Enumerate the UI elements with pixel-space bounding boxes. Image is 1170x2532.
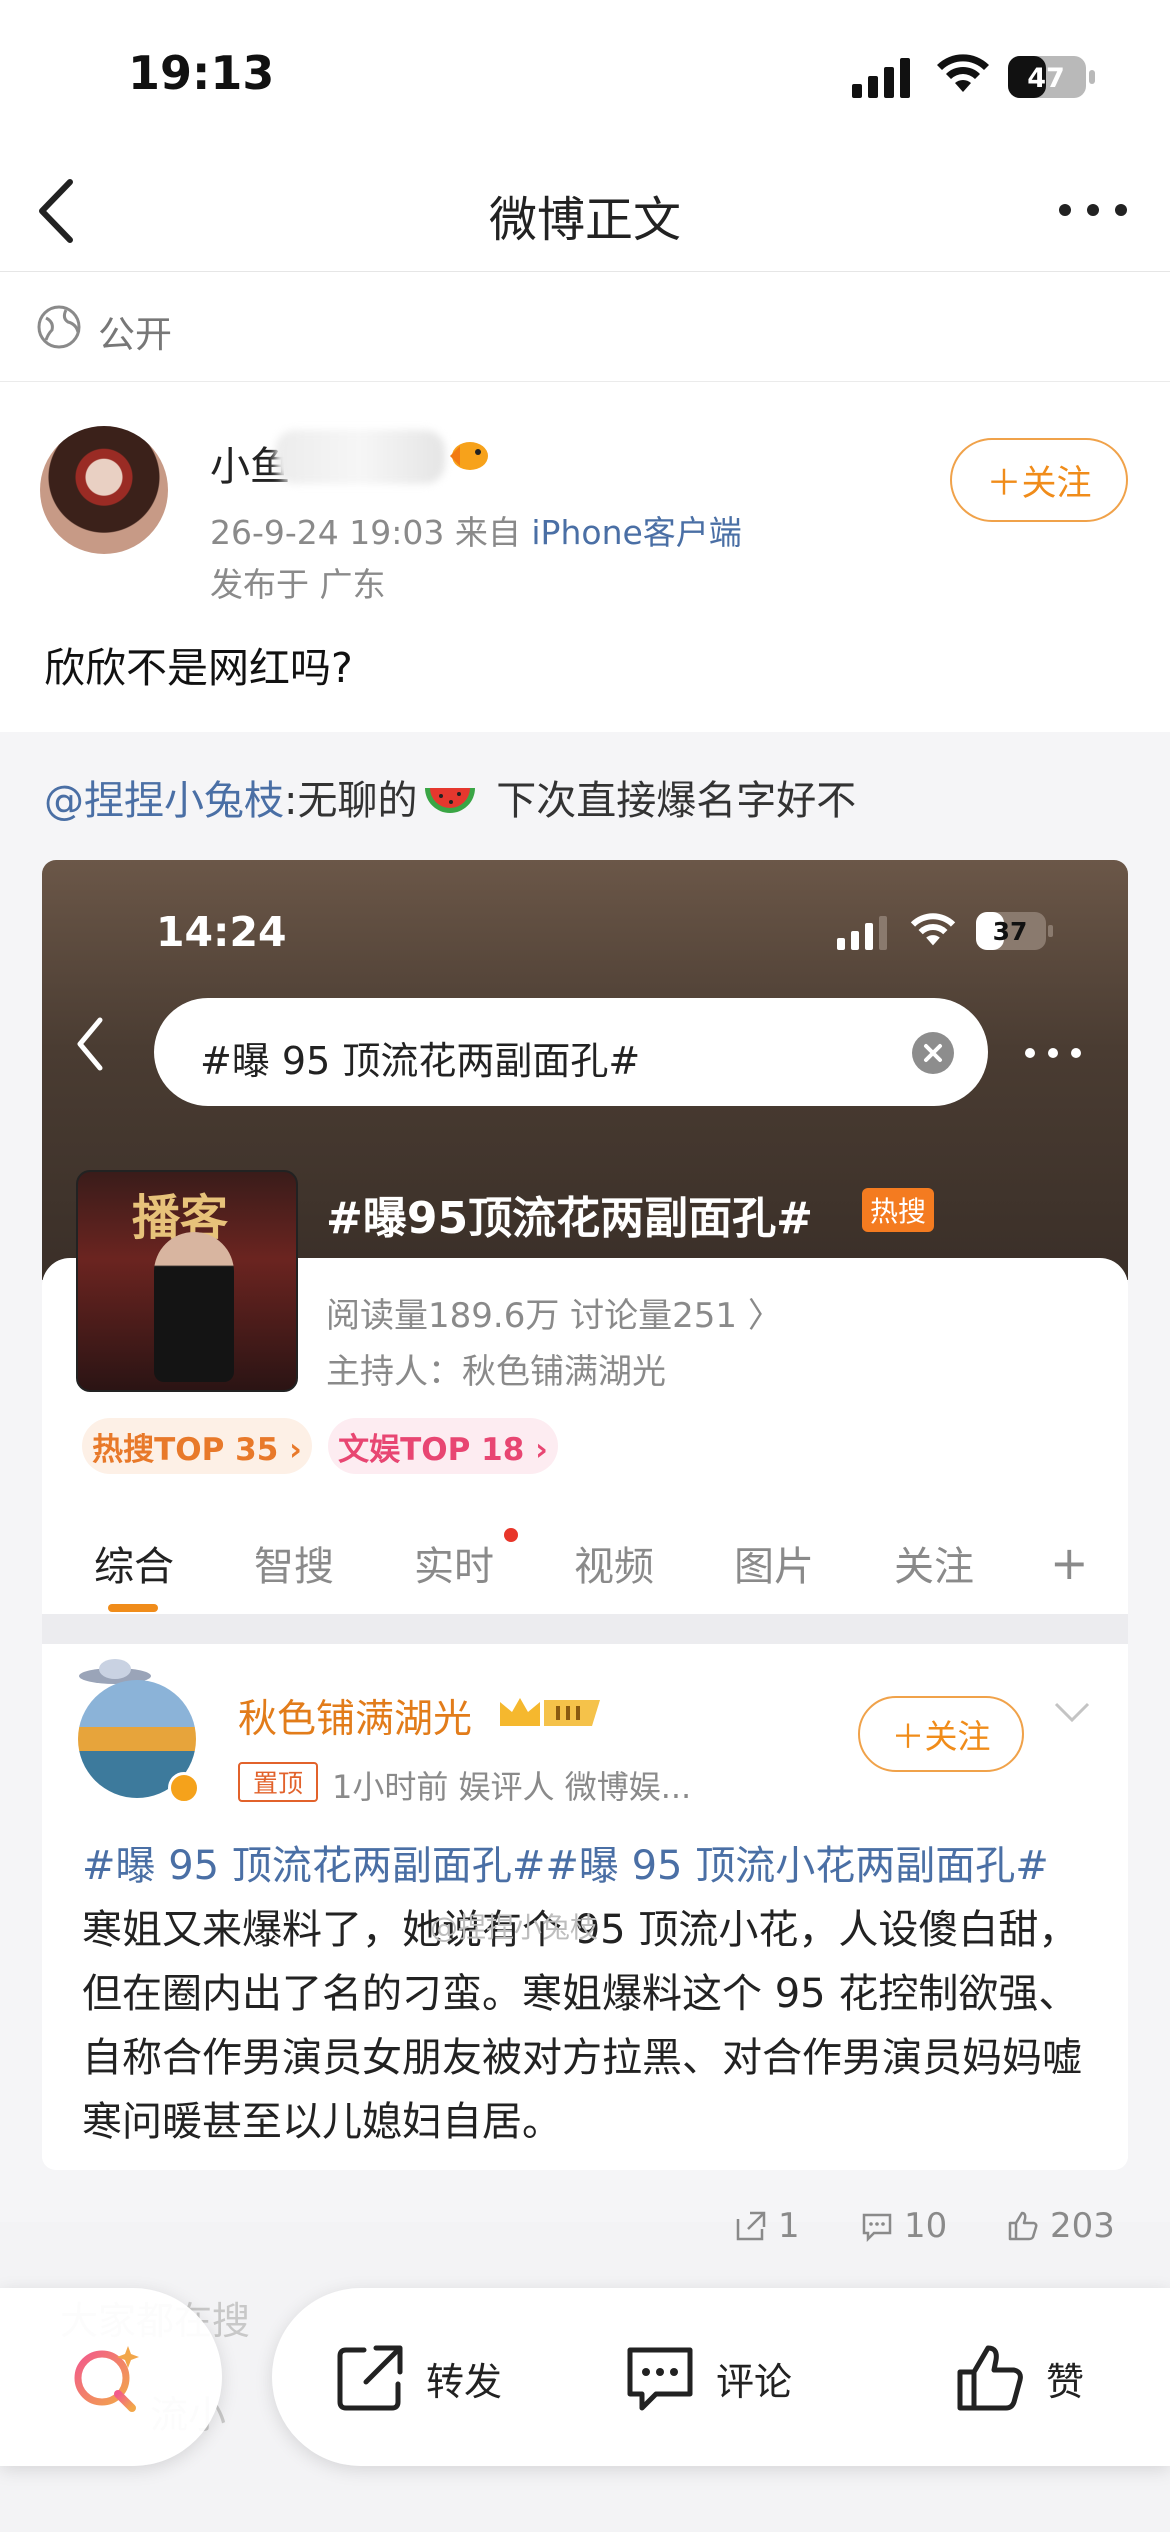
status-bar: 19:13 47 [0, 0, 1170, 150]
tab-following: 关注 [894, 1544, 974, 1590]
more-icon[interactable] [1056, 190, 1130, 230]
comment-button[interactable]: 评论 [622, 2340, 792, 2416]
engagement-counts: 1 10 203 [0, 2190, 1170, 2270]
topic-cover-image: 播客 [76, 1170, 298, 1392]
comment-count[interactable]: 10 [860, 2206, 947, 2246]
topic-host: 主持人：秋色铺满湖光 [326, 1352, 666, 1392]
repost-label: 转发 [426, 2359, 503, 2404]
thumbs-up-icon [957, 2345, 1023, 2411]
new-dot-icon [504, 1528, 518, 1542]
tab-comprehensive: 综合 [94, 1544, 174, 1590]
wifi-icon [937, 54, 989, 92]
post-meta: 26-9-24 19:03 来自 iPhone客户端 [210, 506, 742, 554]
post-location: 发布于 广东 [210, 565, 386, 604]
embedded-post-tags: #曝 95 顶流花两副面孔##曝 95 顶流小花两副面孔# [82, 1843, 1049, 1889]
embedded-search-text: #曝 95 顶流花两副面孔# [200, 1039, 641, 1083]
comment-bubble-icon [627, 2347, 693, 2411]
like-button[interactable]: 赞 [952, 2340, 1084, 2416]
like-label: 赞 [1046, 2359, 1085, 2404]
avatar[interactable] [40, 426, 168, 554]
repost-icon [736, 2211, 766, 2241]
embedded-separator [42, 1614, 1128, 1644]
status-time: 19:13 [128, 46, 275, 100]
tab-video: 视频 [574, 1544, 654, 1590]
hot-badge: 热搜 [862, 1188, 934, 1232]
verified-badge-icon [168, 1772, 200, 1804]
like-icon [1008, 2211, 1038, 2241]
repost-text: @捏捏小兔枝:无聊的 下次直接爆名字好不 [44, 768, 856, 826]
watermark: @捏捏小兔枝 [430, 1911, 599, 1944]
action-bar: 转发 评论 赞 [272, 2288, 1170, 2466]
chevron-down-icon [1054, 1702, 1090, 1723]
follow-button[interactable]: ＋关注 [950, 438, 1128, 522]
embedded-battery-icon: 37 [976, 912, 1053, 950]
embedded-author-name: 秋色铺满湖光 [238, 1697, 473, 1742]
battery-icon: 47 [1008, 56, 1095, 98]
embedded-back-icon [77, 1017, 103, 1071]
repost-count-value: 1 [778, 2206, 800, 2246]
embedded-battery-level: 37 [993, 917, 1028, 946]
comment-count-value: 10 [904, 2206, 948, 2246]
embedded-search-bar: #曝 95 顶流花两副面孔# [154, 998, 988, 1106]
post-header: 小鱼 26-9-24 19:03 来自 iPhone客户端 发布于 广东 ＋关注… [0, 382, 1170, 732]
post-text: 欣欣不是网红吗? [44, 644, 353, 692]
embedded-tabs: 综合 智搜 实时 视频 图片 关注 + [42, 1504, 1128, 1614]
page-title: 微博正文 [488, 192, 681, 248]
post-time: 26-9-24 19:03 [210, 513, 445, 552]
plus-icon: + [1050, 1536, 1089, 1590]
tab-realtime: 实时 [414, 1544, 494, 1590]
entertainment-rank-tag: 文娱TOP 18 › [328, 1418, 558, 1474]
embedded-post-body: #曝 95 顶流花两副面孔##曝 95 顶流小花两副面孔# 寒姐又来爆料了，她说… [82, 1834, 1102, 2154]
pinned-badge: 置顶 [238, 1762, 318, 1802]
smart-search-button[interactable] [0, 2288, 222, 2466]
post-from: 来自 [454, 513, 521, 552]
tab-underline [108, 1604, 158, 1612]
comment-label: 评论 [716, 2359, 793, 2404]
embedded-signal-icon [837, 916, 887, 950]
username-blurred [275, 430, 445, 484]
repost-count[interactable]: 1 [734, 2206, 800, 2246]
tab-smart-search: 智搜 [254, 1544, 334, 1590]
watermelon-icon [425, 788, 476, 813]
globe-icon [37, 305, 81, 349]
tab-images: 图片 [734, 1544, 814, 1590]
share-icon [337, 2345, 403, 2411]
battery-level: 47 [1027, 63, 1065, 94]
repost-block[interactable]: @捏捏小兔枝:无聊的 下次直接爆名字好不 14:24 37 #曝 95 顶流花两… [0, 732, 1170, 2222]
nav-bar: 微博正文 [0, 150, 1170, 272]
topic-title: #曝95顶流花两副面孔# [326, 1193, 813, 1244]
topic-stats: 阅读量189.6万 讨论量251 〉 [326, 1296, 782, 1336]
comment-icon [862, 2213, 892, 2243]
repost-text-after: 下次直接爆名字好不 [483, 778, 857, 824]
smart-search-icon [74, 2346, 139, 2412]
signal-icon [852, 58, 910, 98]
visibility-label: 公开 [98, 313, 172, 356]
embedded-time: 14:24 [156, 908, 287, 956]
crown-level-icon [500, 1698, 600, 1726]
fish-icon [450, 442, 488, 470]
clear-icon [912, 1032, 954, 1074]
embedded-post-meta: 1小时前 娱评人 微博娱... [332, 1768, 692, 1806]
embedded-more-icon [1025, 1048, 1081, 1058]
cover-person [154, 1232, 234, 1382]
repost-button[interactable]: 转发 [332, 2340, 502, 2416]
visibility-row: 公开 [0, 272, 1170, 382]
like-count[interactable]: 203 [1006, 2206, 1115, 2246]
embedded-wifi-icon [910, 913, 956, 946]
like-count-value: 203 [1050, 2206, 1115, 2246]
post-client[interactable]: iPhone客户端 [531, 513, 741, 552]
embedded-screenshot[interactable]: 14:24 37 #曝 95 顶流花两副面孔# 播客 #曝95顶流花两副面孔# … [42, 860, 1128, 2170]
hot-search-rank-tag: 热搜TOP 35 › [82, 1418, 312, 1474]
repost-mention[interactable]: @捏捏小兔枝 [44, 778, 284, 824]
embedded-follow-button: ＋关注 [858, 1696, 1024, 1772]
repost-text-before: :无聊的 [284, 778, 418, 824]
